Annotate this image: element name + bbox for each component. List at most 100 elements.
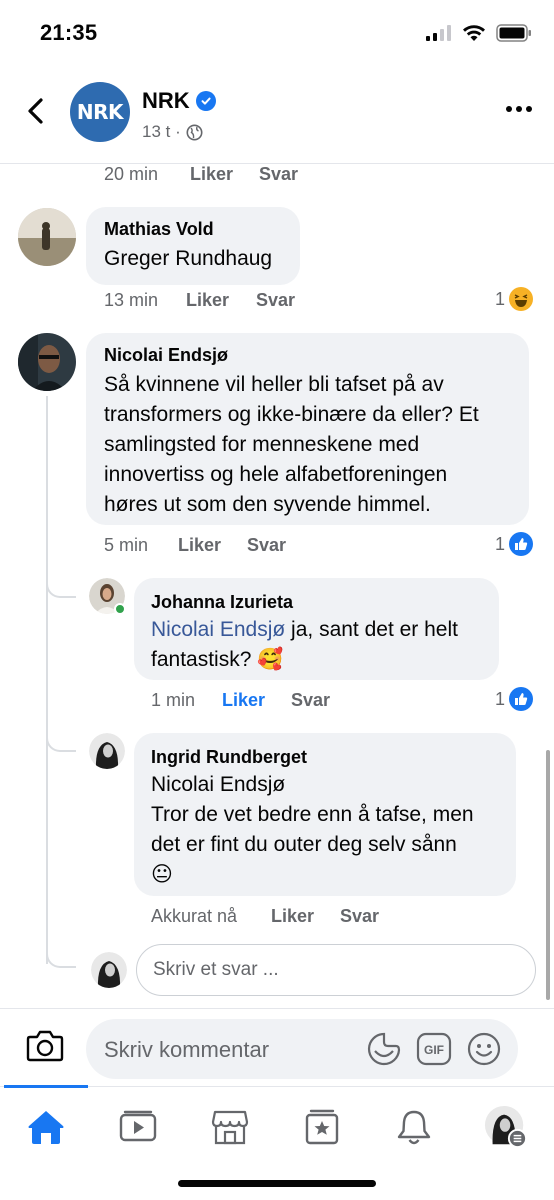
haha-reaction-icon [509, 287, 534, 311]
comment-text-line: samlingsted for menneskene med [104, 433, 420, 456]
emoji-icon[interactable] [466, 1031, 502, 1067]
avatar-photo [18, 208, 76, 266]
post-meta: 13 t · [142, 122, 203, 142]
comment-input[interactable]: Skriv kommentar GIF [86, 1019, 518, 1079]
gif-label: GIF [424, 1043, 444, 1057]
avatar-photo [89, 733, 125, 769]
avatar[interactable] [89, 578, 126, 615]
mention-link[interactable]: Nicolai Endsjø [151, 618, 285, 641]
home-indicator [178, 1180, 376, 1187]
like-reaction-icon [509, 532, 534, 556]
reply-time: Akkurat nå [151, 906, 238, 926]
reply-text-line: det er fint du outer deg selv sånn [151, 833, 457, 856]
avatar[interactable] [18, 333, 76, 391]
cellular-signal-icon [426, 25, 451, 41]
globe-icon [186, 124, 203, 140]
comment-text-line: Så kvinnene vil heller bli tafset på av [104, 373, 444, 396]
scrollbar[interactable] [546, 750, 550, 1000]
reply-time: 1 min [151, 690, 196, 710]
reaction-summary[interactable]: 1 [495, 532, 534, 556]
like-button[interactable]: Liker [271, 906, 314, 927]
avatar[interactable] [18, 208, 76, 266]
avatar-photo [18, 333, 76, 391]
like-button[interactable]: Liker [190, 164, 233, 185]
avatar-photo [91, 952, 127, 988]
post-time: 13 t · [142, 122, 181, 141]
thread-connector [46, 728, 76, 752]
comment-time: 5 min [104, 535, 149, 555]
reply-text-line: fantastisk? 🥰 [151, 648, 284, 671]
like-button[interactable]: Liker [178, 535, 221, 556]
comment-text-line: transformers og ikke-binære da eller? Et [104, 403, 479, 426]
back-arrow-icon[interactable] [22, 96, 52, 126]
tab-profile-menu[interactable] [484, 1105, 528, 1149]
reply-button[interactable]: Svar [247, 535, 286, 556]
reply-author[interactable]: Johanna Izurieta [151, 592, 293, 613]
reply-button[interactable]: Svar [340, 906, 379, 927]
reaction-count: 1 [495, 533, 506, 554]
comment-author[interactable]: Mathias Vold [104, 219, 214, 240]
comment-time: 13 min [104, 290, 159, 310]
reaction-summary[interactable]: 1 [495, 287, 534, 311]
verified-badge-icon [195, 91, 216, 111]
comment-time: 20 min [104, 164, 159, 184]
tab-home[interactable] [24, 1105, 68, 1149]
tab-pages[interactable] [300, 1105, 344, 1149]
active-tab-indicator [4, 1085, 88, 1088]
like-button[interactable]: Liker [222, 690, 265, 711]
video-play-icon [119, 1110, 157, 1142]
composer-icons: GIF [366, 1031, 502, 1067]
home-icon [28, 1111, 64, 1144]
logo-text: NRK [76, 100, 124, 124]
thread-line [46, 396, 48, 964]
reply-author[interactable]: Ingrid Rundberget [151, 747, 307, 768]
reply-button[interactable]: Svar [259, 164, 298, 185]
reply-text-line: 😐 [151, 863, 173, 886]
status-time: 21:35 [40, 20, 98, 45]
my-avatar[interactable] [91, 952, 127, 988]
reply-text-line: Tror de vet bedre enn å tafse, men [151, 803, 474, 826]
like-reaction-icon [509, 687, 534, 711]
reaction-summary[interactable]: 1 [495, 687, 534, 711]
mention-link[interactable]: Greger Rundhaug [104, 244, 272, 274]
thread-connector [46, 574, 76, 598]
comment-author[interactable]: Nicolai Endsjø [104, 345, 228, 366]
reply-bubble: Johanna Izurieta Nicolai Endsjø ja, sant… [134, 578, 499, 680]
online-status-dot [114, 603, 126, 615]
tab-notifications[interactable] [392, 1105, 436, 1149]
reply-button[interactable]: Svar [291, 690, 330, 711]
post-header: NRK NRK 13 t · [0, 70, 554, 164]
reaction-count: 1 [495, 688, 506, 709]
status-bar: 21:35 [0, 0, 554, 70]
reply-button[interactable]: Svar [256, 290, 295, 311]
reaction-count: 1 [495, 288, 506, 309]
tab-marketplace[interactable] [208, 1105, 252, 1149]
comment-bubble: Nicolai Endsjø Så kvinnene vil heller bl… [86, 333, 529, 525]
comment-composer: Skriv kommentar GIF [0, 1008, 554, 1088]
marketplace-store-icon [211, 1110, 249, 1145]
status-icons [426, 24, 532, 42]
tab-watch[interactable] [116, 1105, 160, 1149]
battery-icon [496, 24, 531, 42]
bell-icon [397, 1110, 431, 1145]
profile-menu-avatar-icon [484, 1105, 528, 1149]
wifi-icon [463, 25, 485, 41]
avatar[interactable] [89, 733, 125, 769]
pages-flag-star-icon [305, 1109, 339, 1145]
page-name-label: NRK [142, 88, 190, 113]
reply-text: ja, sant det er helt [285, 618, 458, 641]
camera-icon[interactable] [26, 1029, 64, 1063]
reply-text-line: Nicolai Endsjø ja, sant det er helt [151, 615, 458, 645]
thread-connector [46, 944, 76, 968]
reply-input[interactable]: Skriv et svar ... [136, 944, 536, 996]
comment-text-line: høres ut som den syvende himmel. [104, 493, 431, 516]
sticker-icon[interactable] [366, 1031, 402, 1067]
comment-input-placeholder: Skriv kommentar [104, 1037, 270, 1062]
like-button[interactable]: Liker [186, 290, 229, 311]
more-options-icon[interactable] [506, 106, 532, 112]
page-name[interactable]: NRK [142, 88, 216, 114]
page-avatar-logo[interactable]: NRK [70, 82, 130, 142]
gif-icon[interactable]: GIF [416, 1031, 452, 1067]
mention-link[interactable]: Nicolai Endsjø [151, 770, 285, 800]
comment-text-line: innovertiss og hele alfabetforeningen [104, 463, 448, 486]
